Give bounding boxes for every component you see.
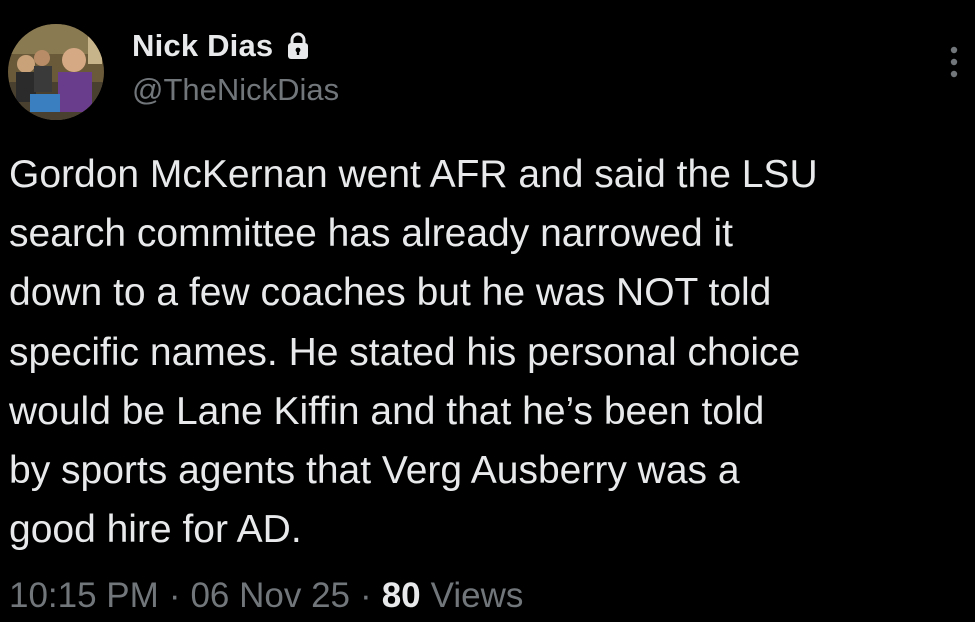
profile-photo <box>8 24 104 120</box>
author-name-row: Nick Dias <box>132 26 311 66</box>
lock-icon <box>285 31 311 61</box>
meta-separator: · <box>168 576 181 615</box>
more-vertical-icon <box>950 46 958 78</box>
avatar[interactable] <box>8 24 104 120</box>
display-name[interactable]: Nick Dias <box>132 28 273 64</box>
tweet-text: Gordon McKernan went AFR and said the LS… <box>9 153 818 552</box>
tweet-meta: 10:15 PM · 06 Nov 25 · 80 Views <box>9 573 523 619</box>
meta-separator: · <box>360 576 372 615</box>
views-count[interactable]: 80 <box>382 576 421 616</box>
tweet-date[interactable]: 06 Nov 25 <box>190 576 350 616</box>
author-handle[interactable]: @TheNickDias <box>132 72 339 108</box>
tweet-time[interactable]: 10:15 PM <box>9 576 159 616</box>
views-label: Views <box>430 576 524 615</box>
more-options-button[interactable] <box>942 42 966 82</box>
